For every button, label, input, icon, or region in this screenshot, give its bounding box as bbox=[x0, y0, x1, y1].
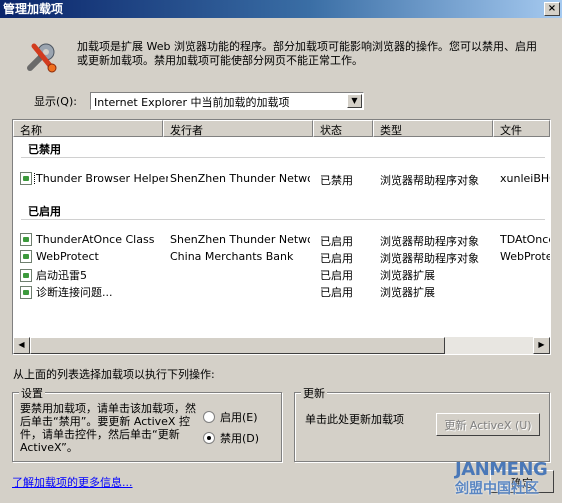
addon-type: 浏览器扩展 bbox=[380, 286, 435, 299]
addon-name-cell: ThunderAtOnce Class bbox=[20, 233, 168, 246]
disable-radio-label: 禁用(D) bbox=[220, 432, 260, 445]
close-icon: × bbox=[547, 3, 557, 14]
addon-status: 已启用 bbox=[320, 286, 353, 299]
column-header-type[interactable]: 类型 bbox=[373, 120, 493, 137]
scrollbar-thumb[interactable] bbox=[30, 337, 445, 354]
addon-status: 已启用 bbox=[320, 269, 353, 282]
enable-radio-label: 启用(E) bbox=[220, 411, 258, 424]
addon-publisher: China Merchants Bank bbox=[170, 250, 294, 263]
addon-file: xunleiBHO_ bbox=[500, 172, 550, 185]
watermark-top-text: JANMENG bbox=[455, 459, 548, 480]
group-label-enabled: 已启用 bbox=[28, 205, 61, 218]
table-row[interactable]: ThunderAtOnce Class ShenZhen Thunder Net… bbox=[13, 231, 550, 248]
watermark-bottom-text: 剑盟中国社区 bbox=[455, 481, 539, 497]
update-activex-button[interactable]: 更新 ActiveX (U) bbox=[436, 413, 540, 436]
addon-file: TDAtOnce_A bbox=[500, 233, 550, 246]
description-text: 加载项是扩展 Web 浏览器功能的程序。部分加载项可能影响浏览器的操作。您可以禁… bbox=[77, 40, 537, 67]
addon-name-cell: 启动迅雷5 bbox=[20, 267, 168, 283]
show-label: 显示(Q): bbox=[34, 95, 77, 108]
addon-icon bbox=[20, 233, 32, 246]
addon-name-cell: Thunder Browser Helper bbox=[20, 172, 168, 185]
column-header-status[interactable]: 状态 bbox=[313, 120, 373, 137]
addon-status: 已启用 bbox=[320, 252, 353, 265]
addon-manager-icon bbox=[22, 38, 62, 78]
column-header-publisher[interactable]: 发行者 bbox=[163, 120, 313, 137]
watermark-logo: JANMENG 剑盟中国社区 bbox=[455, 460, 560, 500]
addon-publisher: ShenZhen Thunder Netwo... bbox=[170, 172, 310, 185]
close-button[interactable]: × bbox=[544, 2, 560, 16]
scroll-right-icon[interactable]: ▶ bbox=[533, 337, 550, 354]
update-group-title: 更新 bbox=[301, 385, 327, 401]
addon-status: 已启用 bbox=[320, 235, 353, 248]
update-group: 更新 单击此处更新加载项 更新 ActiveX (U) bbox=[294, 385, 550, 462]
window-titlebar: 管理加载项 × bbox=[0, 0, 562, 18]
group-divider bbox=[21, 157, 545, 158]
settings-group-title: 设置 bbox=[19, 385, 45, 401]
window-title: 管理加载项 bbox=[3, 2, 64, 16]
update-help-text: 单击此处更新加载项 bbox=[305, 413, 404, 426]
group-label-disabled: 已禁用 bbox=[28, 143, 61, 156]
table-row[interactable]: Thunder Browser Helper ShenZhen Thunder … bbox=[13, 170, 550, 187]
enable-radio-circle[interactable] bbox=[203, 411, 215, 423]
disable-radio-circle[interactable] bbox=[203, 432, 215, 444]
addon-name-cell: WebProtect bbox=[20, 250, 168, 263]
show-dropdown[interactable]: Internet Explorer 中当前加载的加载项 ▼ bbox=[90, 92, 364, 110]
addon-icon bbox=[20, 285, 32, 299]
addon-icon bbox=[20, 250, 32, 263]
addon-status: 已禁用 bbox=[320, 174, 353, 187]
table-row[interactable]: 启动迅雷5 已启用 浏览器扩展 bbox=[13, 265, 550, 282]
addon-icon bbox=[20, 268, 32, 282]
addon-type: 浏览器扩展 bbox=[380, 269, 435, 282]
settings-group: 设置 要禁用加载项，请单击该加载项，然后单击“禁用”。要更新 ActiveX 控… bbox=[12, 385, 282, 462]
column-header-file[interactable]: 文件 bbox=[493, 120, 550, 137]
settings-help-text: 要禁用加载项，请单击该加载项，然后单击“禁用”。要更新 ActiveX 控件，请… bbox=[20, 402, 196, 454]
addon-list[interactable]: 名称 发行者 状态 类型 文件 已禁用 Thunder Browser Help… bbox=[12, 119, 551, 355]
table-row[interactable]: 诊断连接问题... 已启用 浏览器扩展 bbox=[13, 282, 550, 299]
scroll-left-icon[interactable]: ◀ bbox=[13, 337, 30, 354]
addon-type: 浏览器帮助程序对象 bbox=[380, 252, 479, 265]
chevron-down-icon[interactable]: ▼ bbox=[347, 94, 362, 108]
addon-type: 浏览器帮助程序对象 bbox=[380, 235, 479, 248]
table-row[interactable]: WebProtect China Merchants Bank 已启用 浏览器帮… bbox=[13, 248, 550, 265]
column-header-name[interactable]: 名称 bbox=[13, 120, 163, 137]
addon-name-cell: 诊断连接问题... bbox=[20, 284, 168, 300]
disable-radio[interactable]: 禁用(D) bbox=[203, 430, 259, 446]
list-header: 名称 发行者 状态 类型 文件 bbox=[13, 120, 550, 137]
instruction-text: 从上面的列表选择加载项以执行下列操作: bbox=[13, 368, 215, 381]
group-divider bbox=[21, 219, 545, 220]
horizontal-scrollbar[interactable]: ◀ ▶ bbox=[13, 337, 550, 354]
addon-publisher: ShenZhen Thunder Netwo... bbox=[170, 233, 310, 246]
show-dropdown-value: Internet Explorer 中当前加载的加载项 bbox=[94, 96, 290, 109]
learn-more-link[interactable]: 了解加载项的更多信息... bbox=[12, 474, 133, 490]
list-body: 已禁用 Thunder Browser Helper ShenZhen Thun… bbox=[13, 137, 550, 337]
addon-file: WebProtect bbox=[500, 250, 550, 263]
enable-radio[interactable]: 启用(E) bbox=[203, 409, 258, 425]
addon-icon bbox=[20, 172, 32, 185]
addon-type: 浏览器帮助程序对象 bbox=[380, 174, 479, 187]
